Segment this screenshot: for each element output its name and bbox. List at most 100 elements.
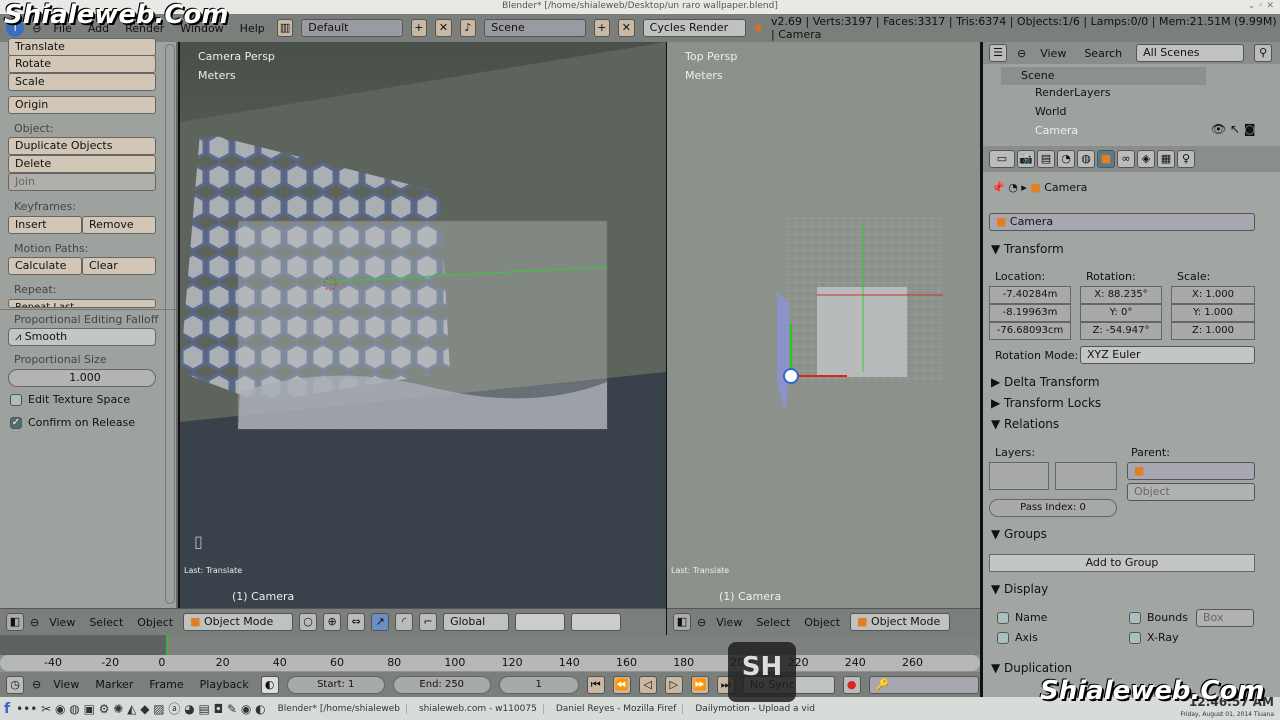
timeline[interactable]: -40-200204060801001201401601802002202402… xyxy=(0,635,980,672)
delete-button[interactable]: Delete xyxy=(8,155,156,173)
mode-select[interactable]: ■ Object Mode xyxy=(850,613,951,631)
layers-grid-2[interactable] xyxy=(1055,462,1117,490)
preview-range-icon[interactable]: ◐ xyxy=(260,675,279,694)
location-x-field[interactable]: -7.40284m xyxy=(989,286,1071,304)
layers-grid-1[interactable] xyxy=(515,613,566,631)
render-tab-icon[interactable]: 📷 xyxy=(1017,150,1035,168)
current-frame-marker[interactable] xyxy=(166,635,168,655)
menu-marker[interactable]: Marker xyxy=(91,678,137,691)
scale-z-field[interactable]: Z: 1.000 xyxy=(1171,322,1255,340)
scale-y-field[interactable]: Y: 1.000 xyxy=(1171,304,1255,322)
menu-object[interactable]: Object xyxy=(800,616,844,629)
bounds-type-select[interactable]: Box xyxy=(1196,609,1254,627)
menu-search[interactable]: Search xyxy=(1080,47,1126,60)
collapse-icon[interactable]: ⊖ xyxy=(1017,47,1026,60)
physics-tab-icon[interactable]: ♀ xyxy=(1177,150,1195,168)
scene-icon[interactable]: ♪ xyxy=(459,19,477,37)
proportional-size-field[interactable]: 1.000 xyxy=(8,369,156,387)
visibility-eye-icon[interactable]: 👁 ↖ ◙ xyxy=(1211,122,1256,136)
rotate-button[interactable]: Rotate xyxy=(8,55,156,73)
parent-type-select[interactable]: Object xyxy=(1127,483,1255,501)
rotation-mode-select[interactable]: XYZ Euler xyxy=(1080,346,1255,364)
confirm-on-release-checkbox[interactable]: ✓ Confirm on Release xyxy=(10,416,135,429)
rotation-y-field[interactable]: Y: 0° xyxy=(1080,304,1162,322)
outliner-item-world[interactable]: World xyxy=(1035,105,1067,118)
record-icon[interactable]: ● xyxy=(842,675,861,694)
display-mode-select[interactable]: All Scenes xyxy=(1136,44,1245,62)
object-tab-icon[interactable]: ■ xyxy=(1097,150,1115,168)
editor-type-icon[interactable]: ◧ xyxy=(6,613,24,631)
camera-data-tab-icon[interactable]: ◈ xyxy=(1137,150,1155,168)
outliner-item-scene[interactable]: Scene xyxy=(1001,67,1206,85)
scene-tab-icon[interactable]: ◔ xyxy=(1057,150,1075,168)
pass-index-field[interactable]: Pass Index: 0 xyxy=(989,499,1117,517)
editor-type-icon[interactable]: ◧ xyxy=(673,613,691,631)
menu-help[interactable]: Help xyxy=(236,22,269,35)
end-frame-field[interactable]: End: 250 xyxy=(392,675,491,694)
transform-panel-header[interactable]: ▼ Transform xyxy=(991,242,1064,256)
window-controls[interactable]: ⌄ ◦ ✕ xyxy=(1248,0,1274,12)
keying-set-field[interactable]: 🔑 xyxy=(868,675,979,694)
location-z-field[interactable]: -76.68093cm xyxy=(989,322,1071,340)
translate-button[interactable]: Translate xyxy=(8,38,156,56)
task-dailymotion[interactable]: Dailymotion - Upload a vid xyxy=(689,704,821,714)
task-firefox[interactable]: Daniel Reyes - Mozilla Firef xyxy=(550,703,684,714)
render-engine-select[interactable]: Cycles Render xyxy=(642,19,746,37)
fedora-menu-icon[interactable]: f xyxy=(4,701,10,717)
falloff-select[interactable]: ⩘ Smooth xyxy=(8,328,156,346)
duplication-panel-header[interactable]: ▼ Duplication xyxy=(991,661,1072,675)
world-tab-icon[interactable]: ◍ xyxy=(1077,150,1095,168)
scale-button[interactable]: Scale xyxy=(8,73,156,91)
jump-start-icon[interactable]: ⏮ xyxy=(586,675,605,694)
insert-keyframe-button[interactable]: Insert xyxy=(8,216,82,234)
search-icon[interactable]: ⚲ xyxy=(1254,44,1273,62)
pivot-icon[interactable]: ⊕ xyxy=(323,613,342,631)
menu-view[interactable]: View xyxy=(712,616,746,629)
timeline-type-icon[interactable]: ◷ xyxy=(6,675,24,694)
location-y-field[interactable]: -8.19963m xyxy=(989,304,1071,322)
add-to-group-button[interactable]: Add to Group xyxy=(989,554,1255,572)
3d-viewport-camera[interactable]: Camera Persp Meters Last: Translate (1) … xyxy=(180,42,666,608)
remove-keyframe-button[interactable]: Remove xyxy=(82,216,156,234)
rotation-z-field[interactable]: Z: -54.947° xyxy=(1080,322,1162,340)
add-layout-button[interactable]: + xyxy=(410,19,428,37)
next-keyframe-icon[interactable]: ⏩ xyxy=(690,675,709,694)
frame-ruler[interactable]: -40-200204060801001201401601802002202402… xyxy=(0,655,980,671)
prev-keyframe-icon[interactable]: ⏪ xyxy=(612,675,631,694)
menu-select[interactable]: Select xyxy=(85,616,127,629)
current-frame-field[interactable]: 1 xyxy=(498,675,579,694)
3d-viewport-top[interactable]: Top Persp Meters Last: Translate (1) Cam… xyxy=(667,42,980,608)
collapse-icon[interactable]: ⊖ xyxy=(30,616,39,629)
rotation-x-field[interactable]: X: 88.235° xyxy=(1080,286,1162,304)
layers-tab-icon[interactable]: ▤ xyxy=(1037,150,1055,168)
name-checkbox[interactable]: Name xyxy=(997,611,1047,624)
scale-x-field[interactable]: X: 1.000 xyxy=(1171,286,1255,304)
relations-panel-header[interactable]: ▼ Relations xyxy=(991,417,1059,431)
menu-frame[interactable]: Frame xyxy=(145,678,187,691)
edit-texture-space-checkbox[interactable]: Edit Texture Space xyxy=(10,393,130,406)
remove-layout-button[interactable]: ✕ xyxy=(435,19,452,37)
calculate-button[interactable]: Calculate xyxy=(8,257,82,275)
menu-view[interactable]: View xyxy=(49,678,83,691)
task-shialeweb[interactable]: shialeweb.com - w110075 xyxy=(413,703,544,714)
menu-view[interactable]: View xyxy=(45,616,79,629)
add-scene-button[interactable]: + xyxy=(593,19,611,37)
screen-layout-icon[interactable]: ▥ xyxy=(276,19,294,37)
outliner-type-icon[interactable]: ☰ xyxy=(989,44,1007,62)
transform-locks-panel-header[interactable]: ▶ Transform Locks xyxy=(991,396,1101,410)
toolbar-scrollbar[interactable] xyxy=(165,44,175,604)
menu-select[interactable]: Select xyxy=(752,616,794,629)
collapse-icon[interactable]: ⊖ xyxy=(697,616,706,629)
bounds-checkbox[interactable]: Bounds xyxy=(1129,611,1188,624)
origin-button[interactable]: Origin xyxy=(8,96,156,114)
constraints-tab-icon[interactable]: ∞ xyxy=(1117,150,1135,168)
task-blender[interactable]: Blender* [/home/shialeweb xyxy=(272,703,407,714)
menu-view[interactable]: View xyxy=(1036,47,1070,60)
layers-grid-2[interactable] xyxy=(571,613,622,631)
texture-tab-icon[interactable]: ▦ xyxy=(1157,150,1175,168)
play-reverse-icon[interactable]: ◁ xyxy=(638,675,657,694)
shading-icon[interactable]: ○ xyxy=(299,613,318,631)
rotate-manipulator-icon[interactable]: ◜ xyxy=(395,613,414,631)
properties-type-icon[interactable]: ▭ xyxy=(989,150,1015,168)
mode-select[interactable]: ■ Object Mode xyxy=(183,613,294,631)
